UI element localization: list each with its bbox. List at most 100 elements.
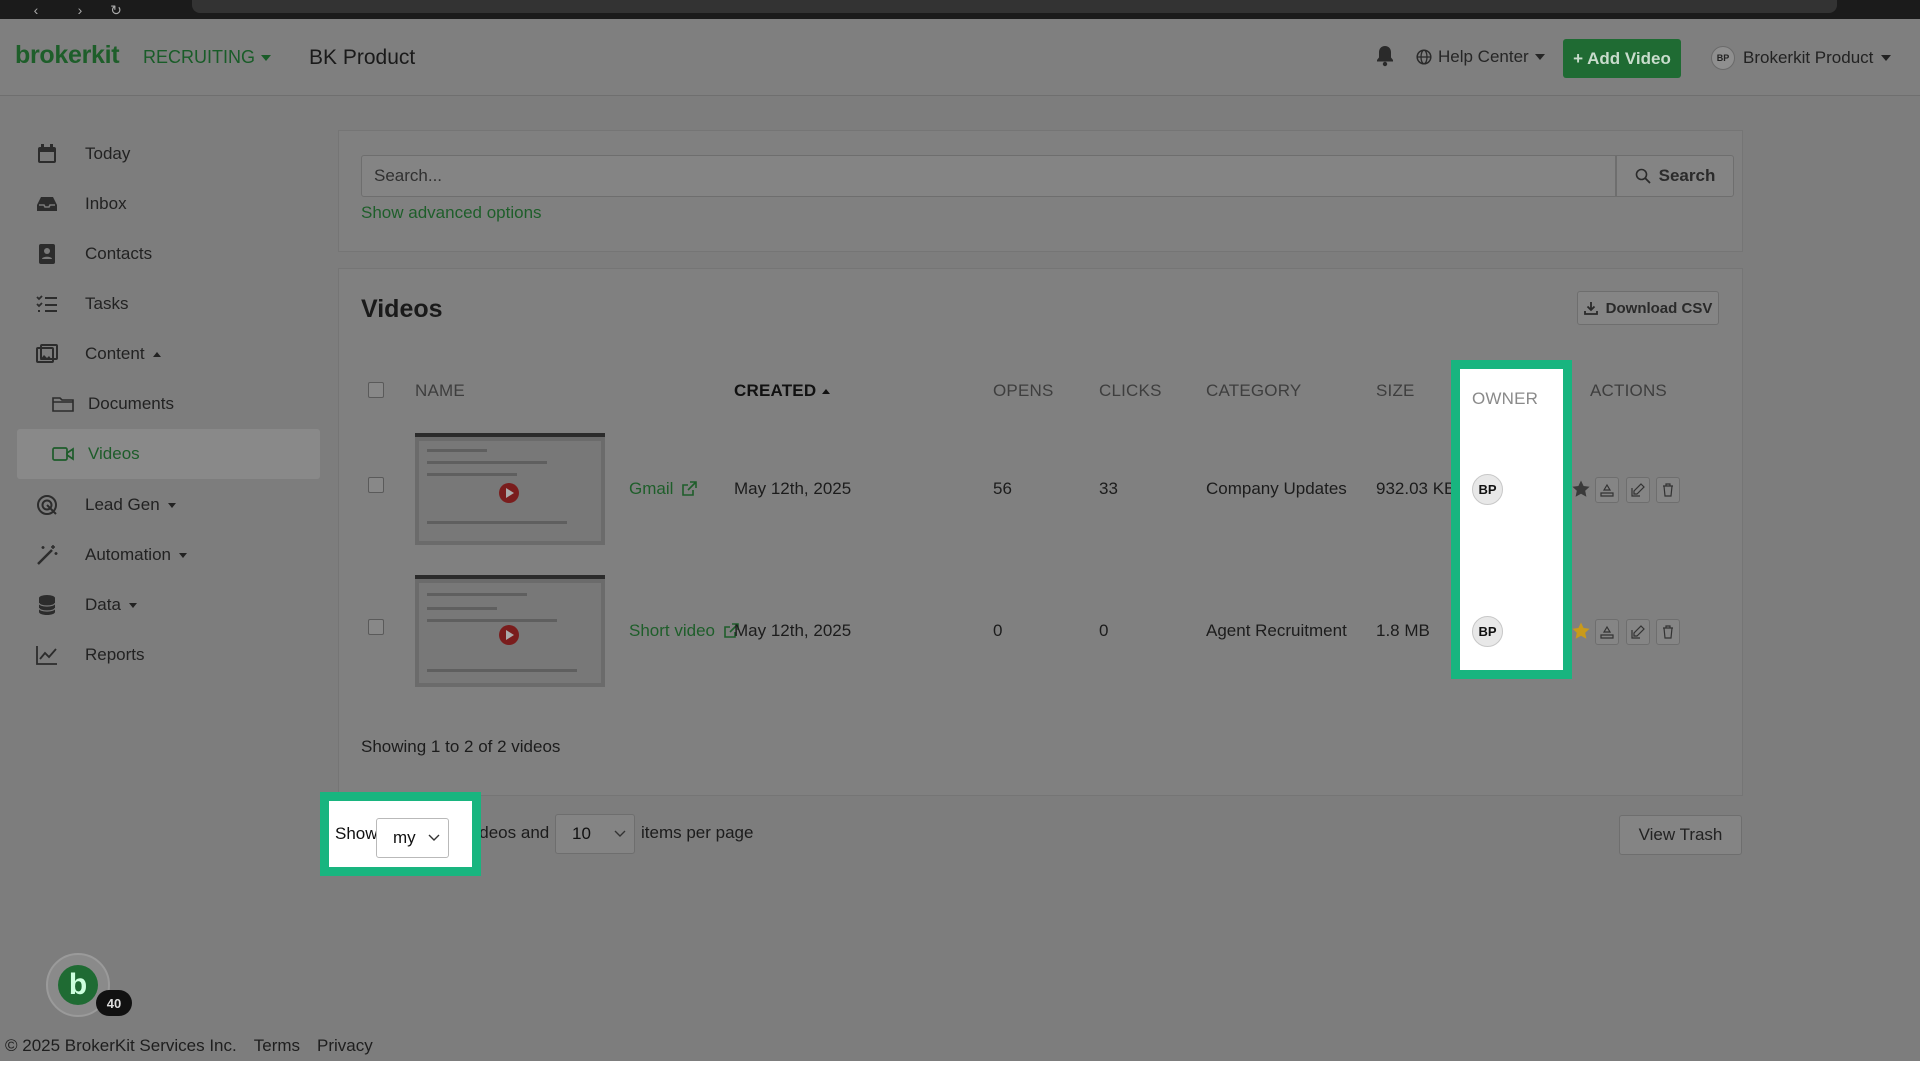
sidebar-item-label: Today <box>85 144 131 163</box>
search-input[interactable]: Search... <box>361 155 1616 197</box>
edit-button[interactable] <box>1626 477 1650 503</box>
trash-icon <box>1663 625 1673 639</box>
sidebar-data-text: Data <box>85 595 121 614</box>
add-video-button[interactable]: + Add Video <box>1563 39 1681 78</box>
sidebar-item-today[interactable]: Today <box>17 129 320 179</box>
column-header-owner[interactable]: OWNER <box>1472 389 1538 409</box>
video-thumbnail[interactable] <box>415 433 605 545</box>
address-bar[interactable] <box>192 0 1837 13</box>
video-name: Gmail <box>629 479 674 498</box>
search-panel: Search... Search Show advanced options <box>338 130 1743 252</box>
sidebar-item-content[interactable]: Content <box>17 329 320 379</box>
sidebar-item-documents[interactable]: Documents <box>17 379 320 429</box>
sidebar-item-reports[interactable]: Reports <box>17 630 320 680</box>
user-name: Brokerkit Product <box>1743 48 1874 67</box>
chevron-down-icon <box>261 54 271 61</box>
terms-link[interactable]: Terms <box>254 1036 300 1056</box>
items-per-page-label: items per page <box>641 823 754 842</box>
video-name-link[interactable]: Short video <box>629 621 739 641</box>
delete-button[interactable] <box>1656 619 1680 645</box>
page-title: Videos <box>361 295 443 323</box>
thumbnail-line <box>427 619 557 622</box>
chevron-up-icon <box>152 351 161 357</box>
sidebar-item-tasks[interactable]: Tasks <box>17 279 320 329</box>
download-csv-label: Download CSV <box>1605 299 1713 317</box>
share-button[interactable] <box>1595 619 1619 645</box>
back-arrow-icon[interactable]: ‹ <box>26 0 46 19</box>
sidebar-item-lead-gen[interactable]: Lead Gen <box>17 480 320 530</box>
video-camera-icon <box>52 447 74 461</box>
calendar-icon <box>38 144 56 163</box>
delete-button[interactable] <box>1656 477 1680 503</box>
select-all-checkbox[interactable] <box>368 382 384 398</box>
user-menu[interactable]: BP Brokerkit Product <box>1711 46 1892 70</box>
column-header-opens[interactable]: OPENS <box>993 381 1054 401</box>
star-icon[interactable] <box>1571 621 1591 641</box>
per-page-select[interactable]: 10 <box>555 814 635 854</box>
search-button[interactable]: Search <box>1616 155 1734 197</box>
sidebar-item-contacts[interactable]: Contacts <box>17 229 320 279</box>
app-header: brokerkit RECRUITING BK Product Help Cen… <box>0 19 1920 96</box>
row-checkbox[interactable] <box>368 619 384 635</box>
share-icon <box>1600 483 1614 497</box>
search-button-label: Search <box>1658 166 1716 185</box>
folder-icon <box>52 397 74 412</box>
column-header-actions: ACTIONS <box>1590 381 1667 400</box>
globe-icon <box>1416 49 1432 65</box>
sidebar-item-label: Reports <box>85 645 145 664</box>
module-switcher[interactable]: RECRUITING <box>143 47 271 68</box>
opens-count: 0 <box>993 621 1003 640</box>
bell-icon[interactable] <box>1375 45 1395 67</box>
reload-icon[interactable]: ↻ <box>106 0 126 19</box>
column-header-category[interactable]: CATEGORY <box>1206 381 1301 401</box>
per-page-select-value: 10 <box>572 824 591 843</box>
column-header-clicks[interactable]: CLICKS <box>1099 381 1162 401</box>
address-book-icon <box>39 244 55 264</box>
brand-logo[interactable]: brokerkit <box>15 41 120 70</box>
row-checkbox[interactable] <box>368 477 384 493</box>
video-name-link[interactable]: Gmail <box>629 479 698 499</box>
owner-avatar[interactable]: BP <box>1472 616 1503 647</box>
search-icon <box>1635 168 1651 184</box>
scope-select[interactable]: my <box>376 818 449 858</box>
created-date: May 12th, 2025 <box>734 621 852 640</box>
video-thumbnail[interactable] <box>415 575 605 687</box>
browser-toolbar: ‹ › ↻ <box>0 0 1920 19</box>
forward-arrow-icon[interactable]: › <box>70 0 90 19</box>
privacy-link[interactable]: Privacy <box>317 1036 373 1056</box>
download-csv-button[interactable]: Download CSV <box>1577 291 1719 325</box>
chevron-down-icon <box>179 552 187 558</box>
help-center-menu[interactable]: Help Center <box>1416 47 1545 67</box>
size-value: 1.8 MB <box>1376 621 1430 640</box>
notification-badge: 40 <box>96 990 132 1016</box>
advanced-options-link[interactable]: Show advanced options <box>361 203 542 223</box>
chat-logo-icon: b <box>58 965 98 1005</box>
star-icon[interactable] <box>1571 479 1591 499</box>
sidebar-item-videos[interactable]: Videos <box>17 429 320 479</box>
module-label: RECRUITING <box>143 47 255 67</box>
sidebar-automation-text: Automation <box>85 545 171 564</box>
column-header-size[interactable]: SIZE <box>1376 381 1415 401</box>
video-name: Short video <box>629 621 715 640</box>
chevron-down-icon <box>128 602 137 608</box>
category-value: Company Updates <box>1206 479 1347 498</box>
owner-column-highlight: OWNER BP BP <box>1451 360 1572 679</box>
sidebar-item-inbox[interactable]: Inbox <box>17 179 320 229</box>
sort-ascending-icon <box>822 388 831 394</box>
chevron-down-icon <box>428 834 440 841</box>
column-header-name[interactable]: NAME <box>415 381 465 401</box>
owner-avatar[interactable]: BP <box>1472 474 1503 505</box>
edit-icon <box>1631 483 1645 497</box>
edit-button[interactable] <box>1626 619 1650 645</box>
share-icon <box>1600 625 1614 639</box>
thumbnail-line <box>427 521 567 524</box>
column-header-created[interactable]: CREATED <box>734 381 831 401</box>
sidebar-item-automation[interactable]: Automation <box>17 530 320 580</box>
share-button[interactable] <box>1595 477 1619 503</box>
sidebar-item-data[interactable]: Data <box>17 580 320 630</box>
footer: © 2025 BrokerKit Services Inc. Terms Pri… <box>5 1036 373 1056</box>
chevron-down-icon <box>614 830 626 837</box>
results-summary: Showing 1 to 2 of 2 videos <box>361 737 561 756</box>
view-trash-button[interactable]: View Trash <box>1619 815 1742 855</box>
bottom-strip <box>0 1061 1920 1080</box>
